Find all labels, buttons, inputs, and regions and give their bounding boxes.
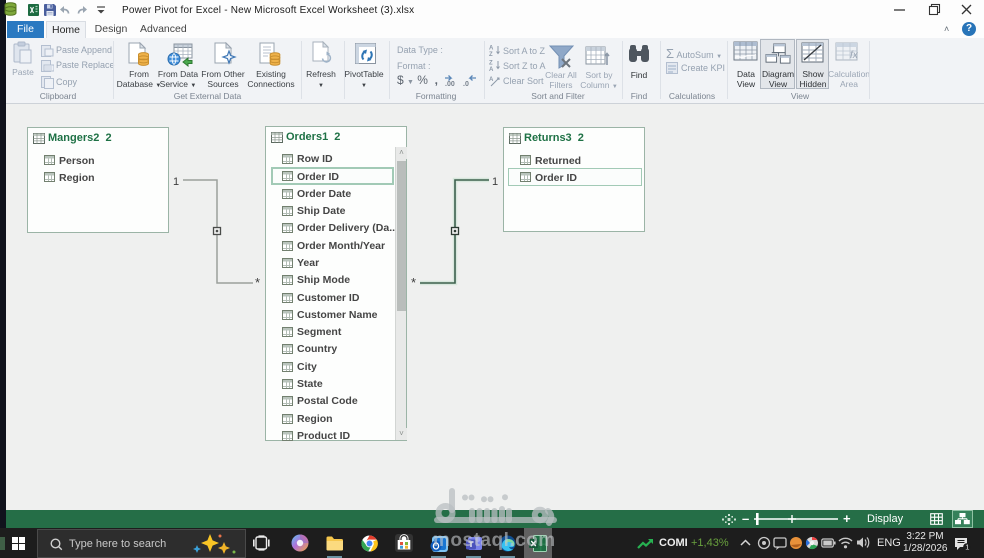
svg-text:fx: fx [850, 50, 859, 61]
svg-text:Z: Z [489, 52, 493, 56]
svg-text:1: 1 [492, 176, 498, 188]
svg-text:1: 1 [173, 176, 179, 188]
svg-text:A: A [489, 46, 494, 52]
svg-text:Z: Z [489, 61, 493, 67]
svg-text:1: 1 [965, 543, 969, 551]
svg-text:*: * [255, 275, 260, 290]
svg-text:.0: .0 [463, 81, 469, 87]
svg-text:A: A [489, 67, 494, 71]
svg-text:.00: .00 [445, 81, 455, 87]
svg-text:A: A [489, 77, 494, 83]
svg-text:*: * [411, 275, 416, 290]
